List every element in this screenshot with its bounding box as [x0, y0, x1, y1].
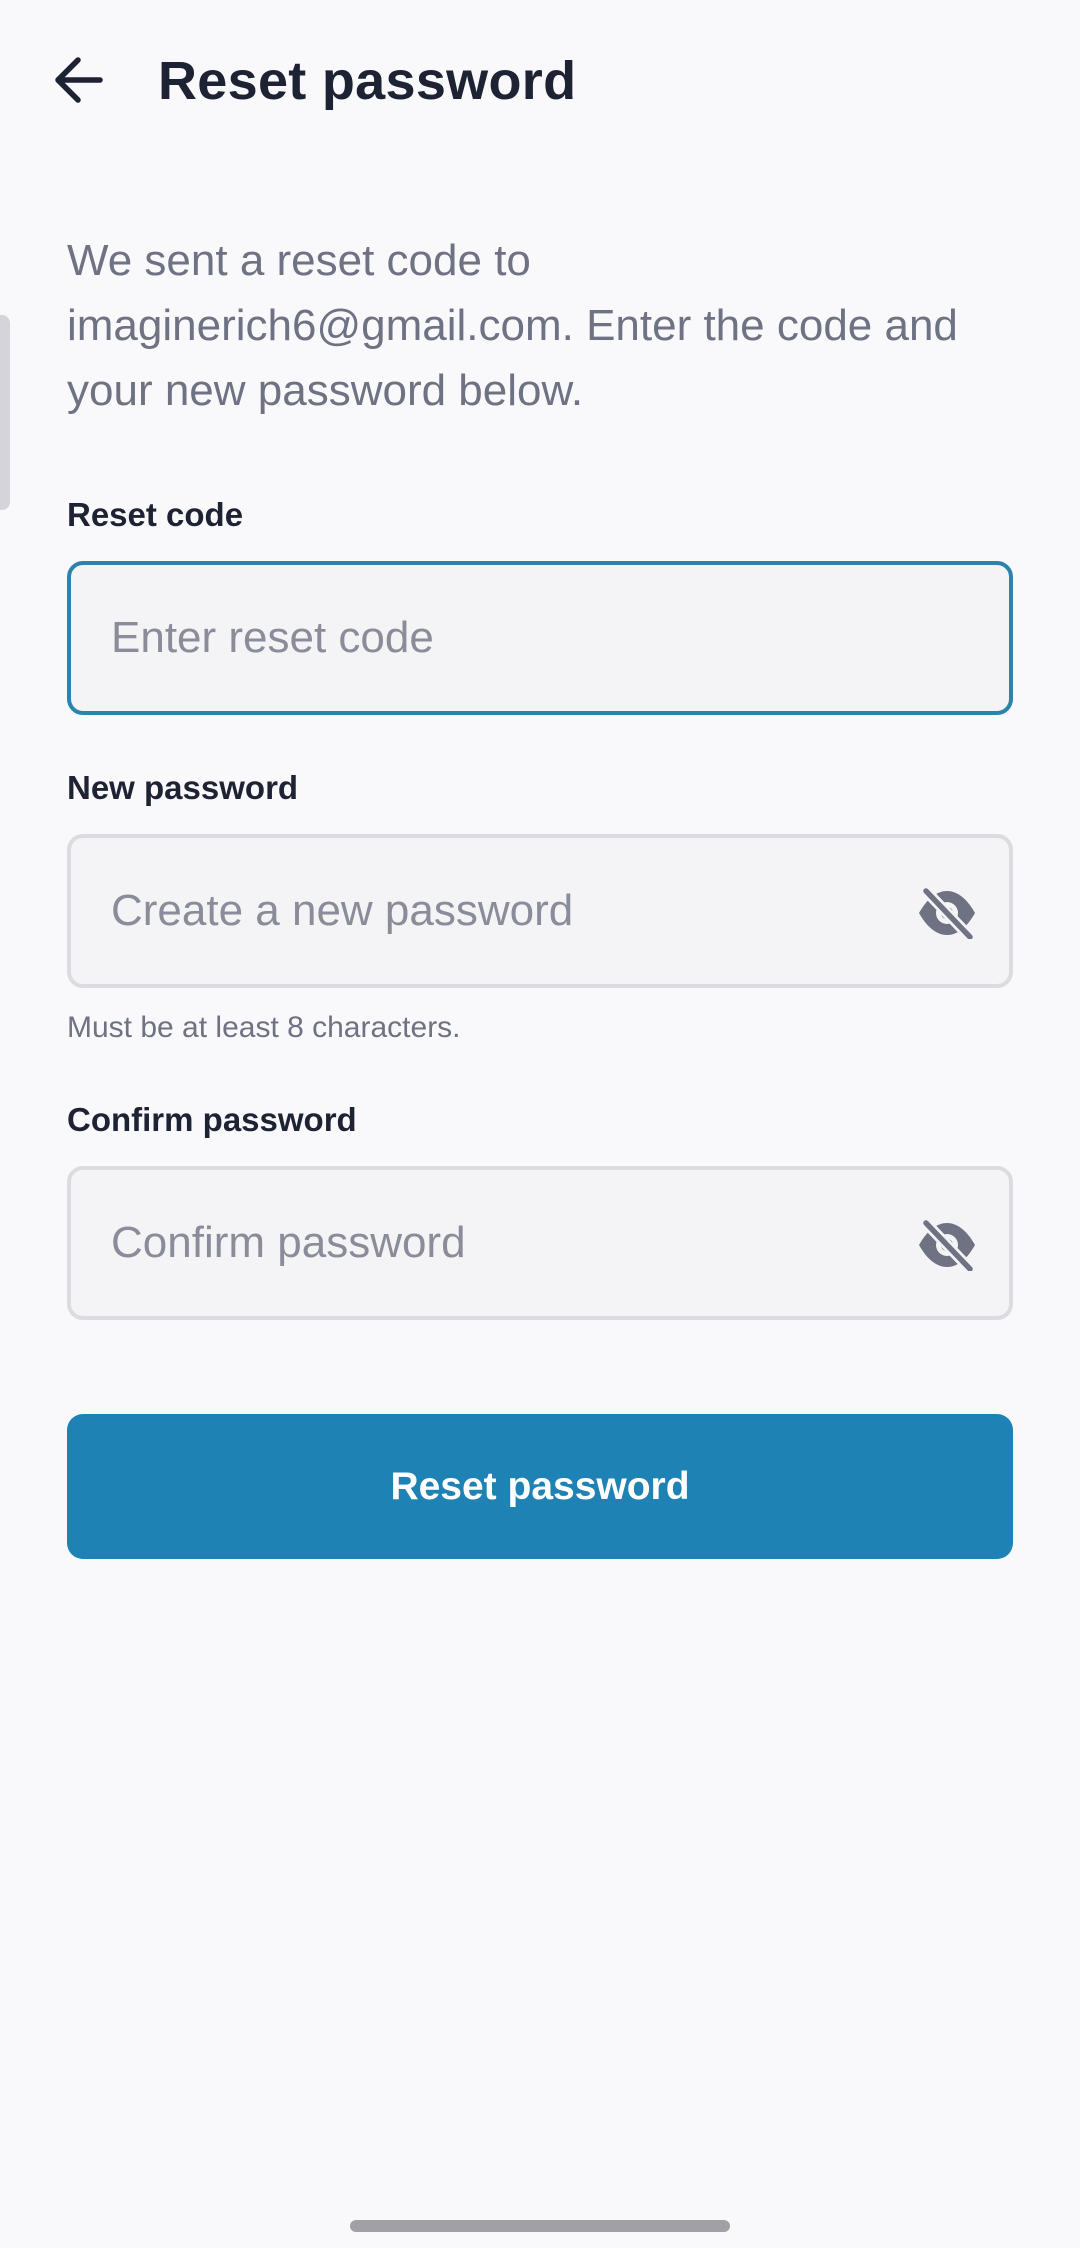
reset-password-button[interactable]: Reset password	[67, 1414, 1013, 1559]
instruction-text: We sent a reset code to imaginerich6@gma…	[67, 236, 958, 415]
eye-off-icon	[919, 887, 976, 939]
new-password-input[interactable]	[111, 838, 931, 984]
page-title: Reset password	[158, 51, 577, 111]
confirm-password-visibility-toggle[interactable]	[915, 1215, 979, 1275]
eye-off-icon	[919, 1219, 976, 1271]
new-password-label: New password	[67, 769, 299, 806]
reset-code-label: Reset code	[67, 496, 244, 533]
reset-code-input[interactable]	[111, 565, 931, 711]
home-indicator[interactable]	[350, 2220, 730, 2232]
confirm-password-field-container[interactable]	[67, 1166, 1013, 1320]
app-bar: Reset password	[0, 0, 1080, 160]
reset-code-field-container[interactable]	[67, 561, 1013, 715]
new-password-field-container[interactable]	[67, 834, 1013, 988]
back-button[interactable]	[40, 40, 116, 120]
new-password-visibility-toggle[interactable]	[915, 883, 979, 943]
password-requirement-hint: Must be at least 8 characters.	[67, 1011, 461, 1044]
confirm-password-label: Confirm password	[67, 1101, 357, 1138]
arrow-left-icon	[55, 57, 103, 103]
confirm-password-input[interactable]	[111, 1170, 931, 1316]
edge-panel-handle[interactable]	[0, 315, 10, 510]
